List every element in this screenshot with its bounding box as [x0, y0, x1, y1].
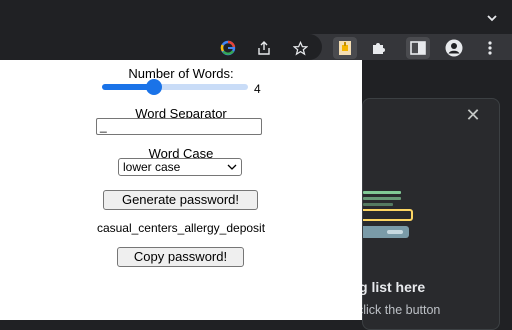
star-icon[interactable]	[290, 38, 310, 58]
case-select-value: lower case	[123, 160, 181, 174]
generated-password: casual_centers_allergy_deposit	[96, 221, 266, 235]
separator-input[interactable]: _	[96, 118, 262, 135]
chevron-down-icon[interactable]	[482, 8, 502, 28]
side-panel-card: ✕ g list here click the button	[357, 98, 500, 330]
case-select[interactable]: lower case	[118, 158, 242, 176]
share-icon[interactable]	[254, 38, 274, 58]
generate-password-button[interactable]: Generate password!	[103, 190, 258, 210]
words-label: Number of Words:	[128, 66, 234, 81]
side-panel-subtext: click the button	[357, 303, 441, 317]
copy-password-button[interactable]: Copy password!	[117, 247, 244, 267]
illustration-line	[363, 197, 401, 200]
puzzle-icon[interactable]	[368, 38, 388, 58]
profile-icon[interactable]	[444, 38, 464, 58]
more-icon[interactable]	[480, 38, 500, 58]
illustration-highlight	[363, 209, 413, 221]
close-icon[interactable]: ✕	[463, 105, 483, 125]
chevron-down-icon	[227, 159, 237, 181]
side-panel-heading: g list here	[359, 279, 426, 295]
google-icon[interactable]	[218, 38, 238, 58]
slider-thumb[interactable]	[146, 79, 162, 95]
words-slider[interactable]	[102, 79, 248, 95]
words-value: 4	[254, 82, 261, 96]
side-panel-icon[interactable]	[406, 37, 430, 59]
slider-fill	[102, 84, 152, 90]
illustration-block	[363, 226, 409, 238]
illustration-line	[363, 203, 393, 206]
extensions-area	[330, 37, 472, 59]
tab-strip	[0, 0, 512, 34]
side-panel-header: ✕	[363, 99, 499, 135]
illustration-line	[363, 191, 401, 194]
passphrase-extension-icon[interactable]	[333, 37, 357, 59]
